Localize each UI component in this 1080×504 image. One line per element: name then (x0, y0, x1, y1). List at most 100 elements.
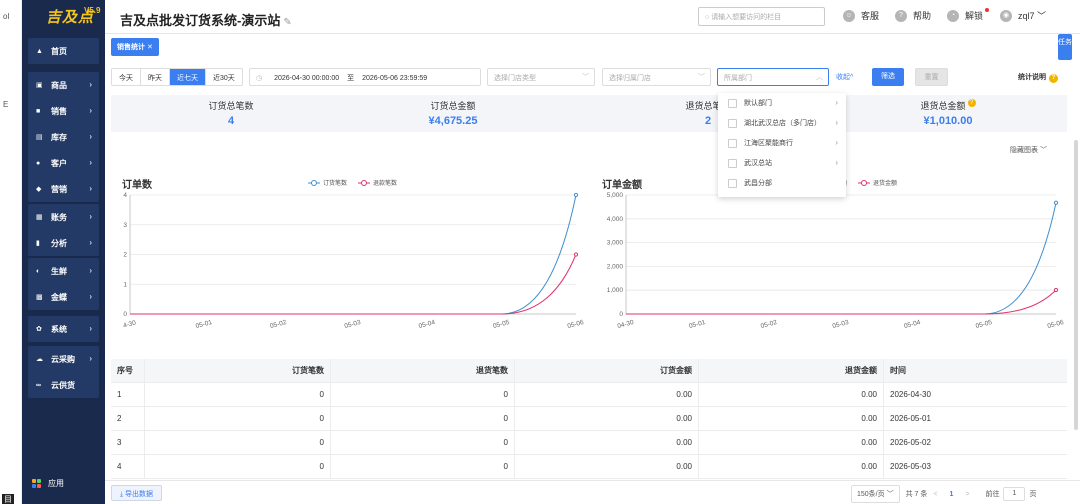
stat-label-text: 退货总金额 (920, 101, 966, 111)
store-select[interactable]: 选择归属门店 ﹀ (602, 68, 711, 86)
department-dropdown: 默认部门 › 湖北武汉总店（多门店） › 江海区聚能商行 › 武汉总站 › 武昌分部 (718, 93, 846, 197)
export-button[interactable]: ⤓ 导出数据 (111, 485, 163, 501)
sidebar-item[interactable]: ■ 销售 › (28, 98, 99, 124)
sidebar-item-label: 账务 (51, 212, 67, 222)
sidebar-item[interactable]: ▩ 金蝶 › (28, 284, 99, 310)
bar-chart-icon: ▮ (36, 240, 40, 247)
table-header-cell[interactable]: 序号 (111, 359, 145, 382)
chevron-right-icon: › (89, 158, 92, 167)
table-header-cell[interactable]: 退货金额 (699, 359, 884, 382)
next-page-button[interactable]: > (965, 491, 969, 498)
ledger-icon: ▦ (36, 214, 43, 221)
sidebar-item[interactable]: ▲ 首页 (28, 38, 99, 64)
hide-charts-toggle[interactable]: 隐藏图表 ﹀ (1010, 145, 1047, 155)
stats-help-link[interactable]: 统计说明? (1018, 72, 1058, 83)
question-icon: ? (895, 9, 907, 22)
date-range-picker[interactable]: ◷ 2026-04-30 00:00:00 至 2026-05-06 23:59:59 (249, 68, 481, 86)
chevron-down-icon: ﹀ (698, 74, 705, 81)
sidebar-item[interactable]: ◐ 生鲜 › (28, 258, 99, 284)
collapse-link[interactable]: 收起^ (836, 72, 853, 82)
dropdown-item[interactable]: 默认部门 › (718, 93, 846, 113)
filter-button[interactable]: 筛选 (872, 68, 904, 86)
sidebar-item[interactable]: ● 客户 › (28, 150, 99, 176)
goto-page-input[interactable]: 1 (1003, 487, 1026, 501)
dropdown-item-label: 武汉总站 (744, 160, 772, 167)
sidebar-item[interactable]: ▦ 账务 › (28, 204, 99, 230)
cloud-icon: ☁ (36, 356, 43, 363)
data-point (1053, 287, 1059, 293)
tabs-bar: 销售统计 ✕ (111, 38, 159, 56)
table-row: 2 0 0 0.00 0.00 2026-05-01 (111, 407, 1067, 431)
task-flag-button[interactable]: 任务 (1058, 34, 1072, 60)
checkbox[interactable] (728, 178, 737, 188)
table-header: 序号 订货笔数 退货笔数 订货金额 退货金额 时间 (111, 359, 1067, 383)
dropdown-item[interactable]: 湖北武汉总店（多门店） › (718, 113, 846, 133)
dropdown-item[interactable]: 江海区聚能商行 › (718, 133, 846, 153)
vertical-scrollbar[interactable] (1074, 140, 1078, 430)
quick-range-option[interactable]: 昨天 (141, 69, 170, 85)
sidebar-item[interactable]: ▤ 库存 › (28, 124, 99, 150)
chevron-right-icon: › (89, 292, 92, 301)
table-header-cell[interactable]: 订货金额 (515, 359, 699, 382)
sidebar: 吉及点 V5.9 ▲ 首页 ▣ 商品 › ■ 销售 › ▤ 库存 › ● 客户 › ◆ 营销 › ▦ 账务 › ▮ 分析 ›… (22, 0, 105, 504)
table-row: 4 0 0 0.00 0.00 2026-05-03 (111, 455, 1067, 479)
quick-range-option[interactable]: 今天 (112, 69, 141, 85)
close-icon[interactable]: ✕ (147, 44, 153, 51)
unlock-button[interactable]: ◔ 解锁 (947, 8, 989, 22)
table-row: 3 0 0 0.00 0.00 2026-05-02 (111, 431, 1067, 455)
order-count-chart-svg: 订单数 订货笔数 退款笔数 0 1 2 3 4 4-30 05-01 05-02 05-03 05-04… (122, 178, 585, 330)
sidebar-item-label: 云采购 (51, 354, 75, 364)
reset-button[interactable]: 重置 (915, 68, 948, 86)
sidebar-item[interactable]: ✿ 系统 › (28, 316, 99, 342)
x-tick-label: 05-06 (1047, 319, 1065, 330)
table-cell: 0 (331, 455, 515, 478)
sidebar-item[interactable]: ◆ 营销 › (28, 176, 99, 202)
edit-icon[interactable]: ✎ (283, 17, 291, 28)
quick-range-option[interactable]: 近七天 (170, 69, 206, 85)
store-type-select[interactable]: 选择门店类型 ﹀ (487, 68, 595, 86)
checkbox[interactable] (728, 118, 737, 128)
table-header-cell[interactable]: 退货笔数 (331, 359, 515, 382)
y-tick-label: 3 (123, 222, 127, 229)
table-cell: 0 (331, 431, 515, 454)
search-input[interactable]: ○ 请输入想要访问的栏目 (698, 7, 825, 26)
table-header-cell[interactable]: 时间 (884, 359, 1067, 382)
prev-page-button[interactable]: < (933, 491, 937, 498)
x-tick-label: 05-03 (344, 319, 362, 330)
unlock-icon: ◔ (947, 9, 959, 22)
x-tick-label: 05-01 (688, 319, 706, 330)
legend-label: 退货金额 (873, 179, 897, 187)
page-size-select[interactable]: 150条/页 ﹀ (851, 485, 900, 503)
data-point (573, 192, 579, 198)
table-row: 1 0 0 0.00 0.00 2026-04-30 (111, 383, 1067, 407)
sidebar-item[interactable]: ▣ 商品 › (28, 72, 99, 98)
chevron-right-icon: › (89, 354, 92, 363)
checkbox[interactable] (728, 158, 737, 168)
stat-label-text: 订货总金额 (430, 101, 476, 111)
checkbox[interactable] (728, 98, 737, 108)
sidebar-item[interactable]: ☁ 云采购 › (28, 346, 99, 372)
current-page[interactable]: 1 (949, 491, 953, 498)
stat-label: 退货总金额? (828, 99, 1068, 112)
help-button[interactable]: ? 帮助 (895, 9, 931, 22)
checkbox[interactable] (728, 138, 737, 148)
apps-button[interactable]: 应用 (32, 478, 64, 489)
x-tick-label: 04-30 (617, 319, 635, 330)
table-header-cell[interactable]: 订货笔数 (145, 359, 331, 382)
dropdown-item[interactable]: 武汉总站 › (718, 153, 846, 173)
legend-label: 退款笔数 (373, 179, 397, 187)
summary-stats: 订货总笔数 4 订货总金额 ¥4,675.25 退货总笔数 2 退货总金额? ¥1,010.0… (111, 95, 1067, 132)
tab-sales-stats[interactable]: 销售统计 ✕ (111, 38, 159, 56)
clock-icon: ◷ (256, 75, 263, 82)
sidebar-item[interactable]: ▮ 分析 › (28, 230, 99, 256)
department-select[interactable]: 所属部门 ︿ (717, 68, 829, 86)
dropdown-item[interactable]: 武昌分部 (718, 173, 846, 193)
y-tick-label: 0 (123, 311, 127, 318)
service-button[interactable]: ☺ 客服 (843, 9, 879, 22)
gear-icon: ✿ (36, 326, 42, 333)
table-cell: 0 (145, 383, 331, 406)
sidebar-item[interactable]: ∞ 云供货 (28, 372, 99, 398)
quick-range-option[interactable]: 近30天 (206, 69, 242, 85)
table-cell: 0.00 (515, 407, 699, 430)
user-menu[interactable]: ◉ zql7 ﹀ (1000, 9, 1046, 22)
